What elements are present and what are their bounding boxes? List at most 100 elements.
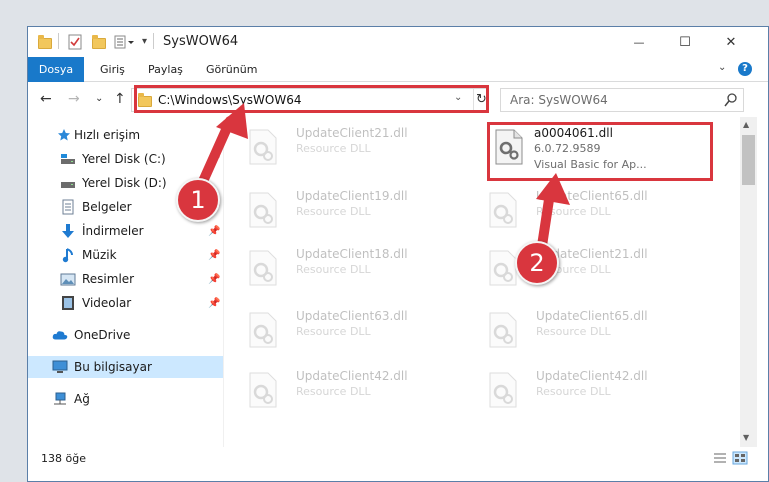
pin-icon[interactable]: 📌 <box>208 226 220 237</box>
sidebar-item-label: OneDrive <box>74 328 131 342</box>
pin-icon[interactable]: 📌 <box>208 298 220 309</box>
drive-icon <box>60 151 76 167</box>
minimize-icon: — <box>633 35 645 49</box>
network-icon <box>52 391 68 407</box>
title-bar: ▾ SysWOW64 — ☐ ✕ <box>28 27 768 57</box>
tab-home[interactable]: Giriş <box>100 63 125 76</box>
sidebar-item-label: Resimler <box>82 272 135 286</box>
dll-file-icon <box>489 372 517 408</box>
file-type: Resource DLL <box>296 385 371 398</box>
pin-icon[interactable]: 📌 <box>208 274 220 285</box>
close-icon: ✕ <box>725 34 737 50</box>
sidebar-item-network[interactable]: Ağ <box>28 388 223 410</box>
maximize-icon: ☐ <box>679 34 691 50</box>
sidebar-item-this-pc[interactable]: Bu bilgisayar <box>28 356 223 378</box>
file-type: Resource DLL <box>296 205 371 218</box>
cloud-icon <box>52 327 68 343</box>
sidebar-item-label: İndirmeler <box>82 224 144 238</box>
file-name: UpdateClient18.dll <box>296 247 408 261</box>
scroll-up-icon[interactable]: ▲ <box>743 120 749 129</box>
search-input[interactable]: Ara: SysWOW64 <box>500 88 744 112</box>
list-item[interactable]: UpdateClient65.dll Resource DLL <box>468 302 693 360</box>
pictures-icon <box>60 271 76 287</box>
file-name: UpdateClient19.dll <box>296 189 408 203</box>
search-icon[interactable] <box>724 92 738 108</box>
scrollbar-thumb[interactable] <box>742 135 755 185</box>
sidebar-item-label: Belgeler <box>82 200 132 214</box>
sidebar-item-label: Ağ <box>74 392 90 406</box>
dll-file-icon <box>489 250 517 286</box>
up-arrow-icon[interactable]: ↑ <box>114 91 126 107</box>
file-type: Resource DLL <box>296 263 371 276</box>
item-count: 138 öğe <box>41 452 86 465</box>
list-item[interactable]: UpdateClient21.dll Resource DLL <box>228 119 453 177</box>
pin-icon[interactable]: 📌 <box>208 250 220 261</box>
music-icon <box>60 247 76 263</box>
divider <box>58 33 59 49</box>
vertical-scrollbar[interactable]: ▲ ▼ <box>740 117 757 447</box>
qat-dropdown-icon[interactable]: ▾ <box>142 36 147 47</box>
close-button[interactable]: ✕ <box>708 27 754 57</box>
sidebar-item-label: Yerel Disk (C:) <box>82 152 166 166</box>
step-badge-2: 2 <box>515 241 559 285</box>
customize-icon[interactable] <box>114 34 136 50</box>
file-type: Resource DLL <box>296 142 371 155</box>
window-title: SysWOW64 <box>163 34 239 49</box>
file-type: Resource DLL <box>536 385 611 398</box>
dll-file-icon <box>489 192 517 228</box>
dll-file-icon <box>249 250 277 286</box>
explorer-window: ▾ SysWOW64 — ☐ ✕ Dosya Giriş Paylaş Görü… <box>27 26 769 482</box>
list-item[interactable]: UpdateClient21.dll Resource DLL <box>468 240 693 298</box>
scroll-down-icon[interactable]: ▼ <box>743 433 749 442</box>
sidebar-item-downloads[interactable]: İndirmeler 📌 <box>28 220 223 242</box>
videos-icon <box>60 295 76 311</box>
recent-locations-icon[interactable]: ⌄ <box>95 93 103 104</box>
list-item[interactable]: UpdateClient18.dll Resource DLL <box>228 240 453 298</box>
minimize-button[interactable]: — <box>616 27 662 57</box>
details-view-icon[interactable] <box>712 451 728 465</box>
sidebar-item-music[interactable]: Müzik 📌 <box>28 244 223 266</box>
properties-icon[interactable] <box>68 34 82 50</box>
list-item[interactable]: UpdateClient65.dll Resource DLL <box>468 182 693 240</box>
sidebar-item-label: Hızlı erişim <box>74 128 141 142</box>
tab-share[interactable]: Paylaş <box>148 63 183 76</box>
star-icon <box>56 127 72 143</box>
sidebar-item-label: Videolar <box>82 296 132 310</box>
divider <box>153 33 154 49</box>
search-placeholder: Ara: SysWOW64 <box>510 93 608 107</box>
file-name: UpdateClient42.dll <box>536 369 648 383</box>
dll-file-icon <box>249 372 277 408</box>
dll-file-icon <box>249 312 277 348</box>
sidebar-item-pictures[interactable]: Resimler 📌 <box>28 268 223 290</box>
ribbon: Dosya Giriş Paylaş Görünüm ⌄ ? <box>28 57 768 82</box>
back-arrow-icon[interactable]: ← <box>40 91 52 107</box>
tab-file[interactable]: Dosya <box>28 57 84 82</box>
file-name: UpdateClient65.dll <box>536 309 648 323</box>
sidebar-item-label: Yerel Disk (D:) <box>82 176 167 190</box>
sidebar-item-label: Bu bilgisayar <box>74 360 152 374</box>
maximize-button[interactable]: ☐ <box>662 27 708 57</box>
file-type: Resource DLL <box>536 325 611 338</box>
sidebar-item-onedrive[interactable]: OneDrive <box>28 324 223 346</box>
list-item[interactable]: UpdateClient42.dll Resource DLL <box>228 362 453 420</box>
downloads-icon <box>60 223 76 239</box>
step-badge-1: 1 <box>176 178 220 222</box>
file-type: Resource DLL <box>296 325 371 338</box>
file-name: UpdateClient21.dll <box>296 126 408 140</box>
tab-view[interactable]: Görünüm <box>206 63 257 76</box>
status-bar: 138 öğe <box>28 447 768 469</box>
forward-arrow-icon[interactable]: → <box>68 91 80 107</box>
help-icon[interactable]: ? <box>738 62 752 76</box>
computer-icon <box>52 359 68 375</box>
sidebar-item-label: Müzik <box>82 248 117 262</box>
list-item[interactable]: UpdateClient19.dll Resource DLL <box>228 182 453 240</box>
list-item[interactable]: UpdateClient63.dll Resource DLL <box>228 302 453 360</box>
sidebar-item-videos[interactable]: Videolar 📌 <box>28 292 223 314</box>
documents-icon <box>60 199 76 215</box>
tiles-view-icon[interactable] <box>732 451 748 465</box>
expand-ribbon-icon[interactable]: ⌄ <box>718 62 726 73</box>
file-name: UpdateClient42.dll <box>296 369 408 383</box>
file-name: UpdateClient63.dll <box>296 309 408 323</box>
list-item[interactable]: UpdateClient42.dll Resource DLL <box>468 362 693 420</box>
dll-file-icon <box>489 312 517 348</box>
